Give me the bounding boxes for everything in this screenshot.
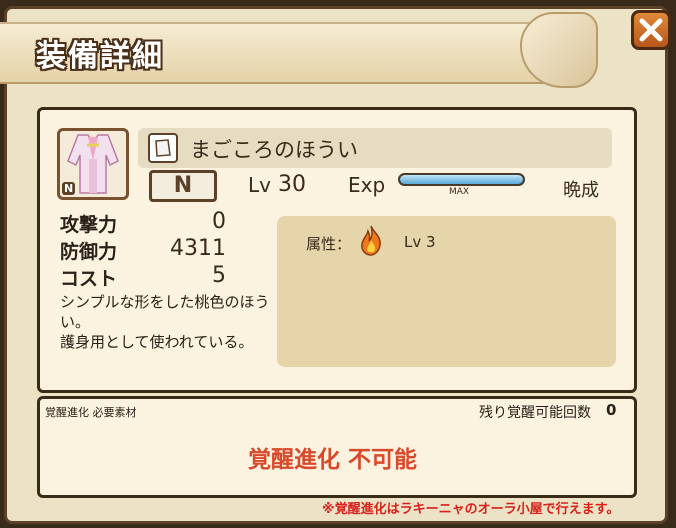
exp-label: Exp: [348, 173, 386, 197]
item-name: まごころのほうい: [190, 138, 358, 162]
awakening-status: 覚醒進化 不可能: [248, 447, 418, 473]
remaining-awakenings-label: 残り覚醒可能回数: [479, 405, 591, 421]
fire-icon: [361, 225, 381, 256]
attribute-label: 属性：: [306, 235, 352, 253]
awakening-footnote: ※覚醒進化はラキーニャのオーラ小屋で行えます。: [322, 502, 620, 517]
attack-label: 攻撃力: [60, 214, 118, 236]
cost-label: コスト: [60, 268, 118, 290]
level-label: Lv: [248, 173, 271, 197]
remaining-awakenings-value: 0: [606, 401, 617, 419]
exp-bar: [398, 173, 525, 186]
attack-value: 0: [212, 209, 226, 234]
close-button[interactable]: [631, 10, 671, 50]
exp-max-label: MAX: [449, 187, 470, 197]
defense-value: 4311: [170, 236, 226, 261]
awakening-materials-label: 覚醒進化 必要素材: [45, 406, 137, 419]
exp-bar-fill: [400, 175, 523, 184]
page-title: 装備詳細: [36, 39, 164, 74]
item-thumbnail[interactable]: N: [57, 128, 129, 200]
attribute-level: Lv 3: [404, 233, 436, 251]
level-value: 30: [278, 172, 306, 197]
close-icon: [639, 18, 663, 42]
item-description: シンプルな形をした桃色のほうい。 護身用として使われている。: [60, 293, 270, 351]
rarity-corner-badge: N: [62, 182, 76, 195]
cost-value: 5: [212, 263, 226, 288]
equipment-type-icon: [148, 133, 178, 163]
growth-status: 晩成: [563, 180, 599, 201]
rarity-button[interactable]: N: [149, 170, 217, 202]
defense-label: 防御力: [60, 241, 118, 263]
